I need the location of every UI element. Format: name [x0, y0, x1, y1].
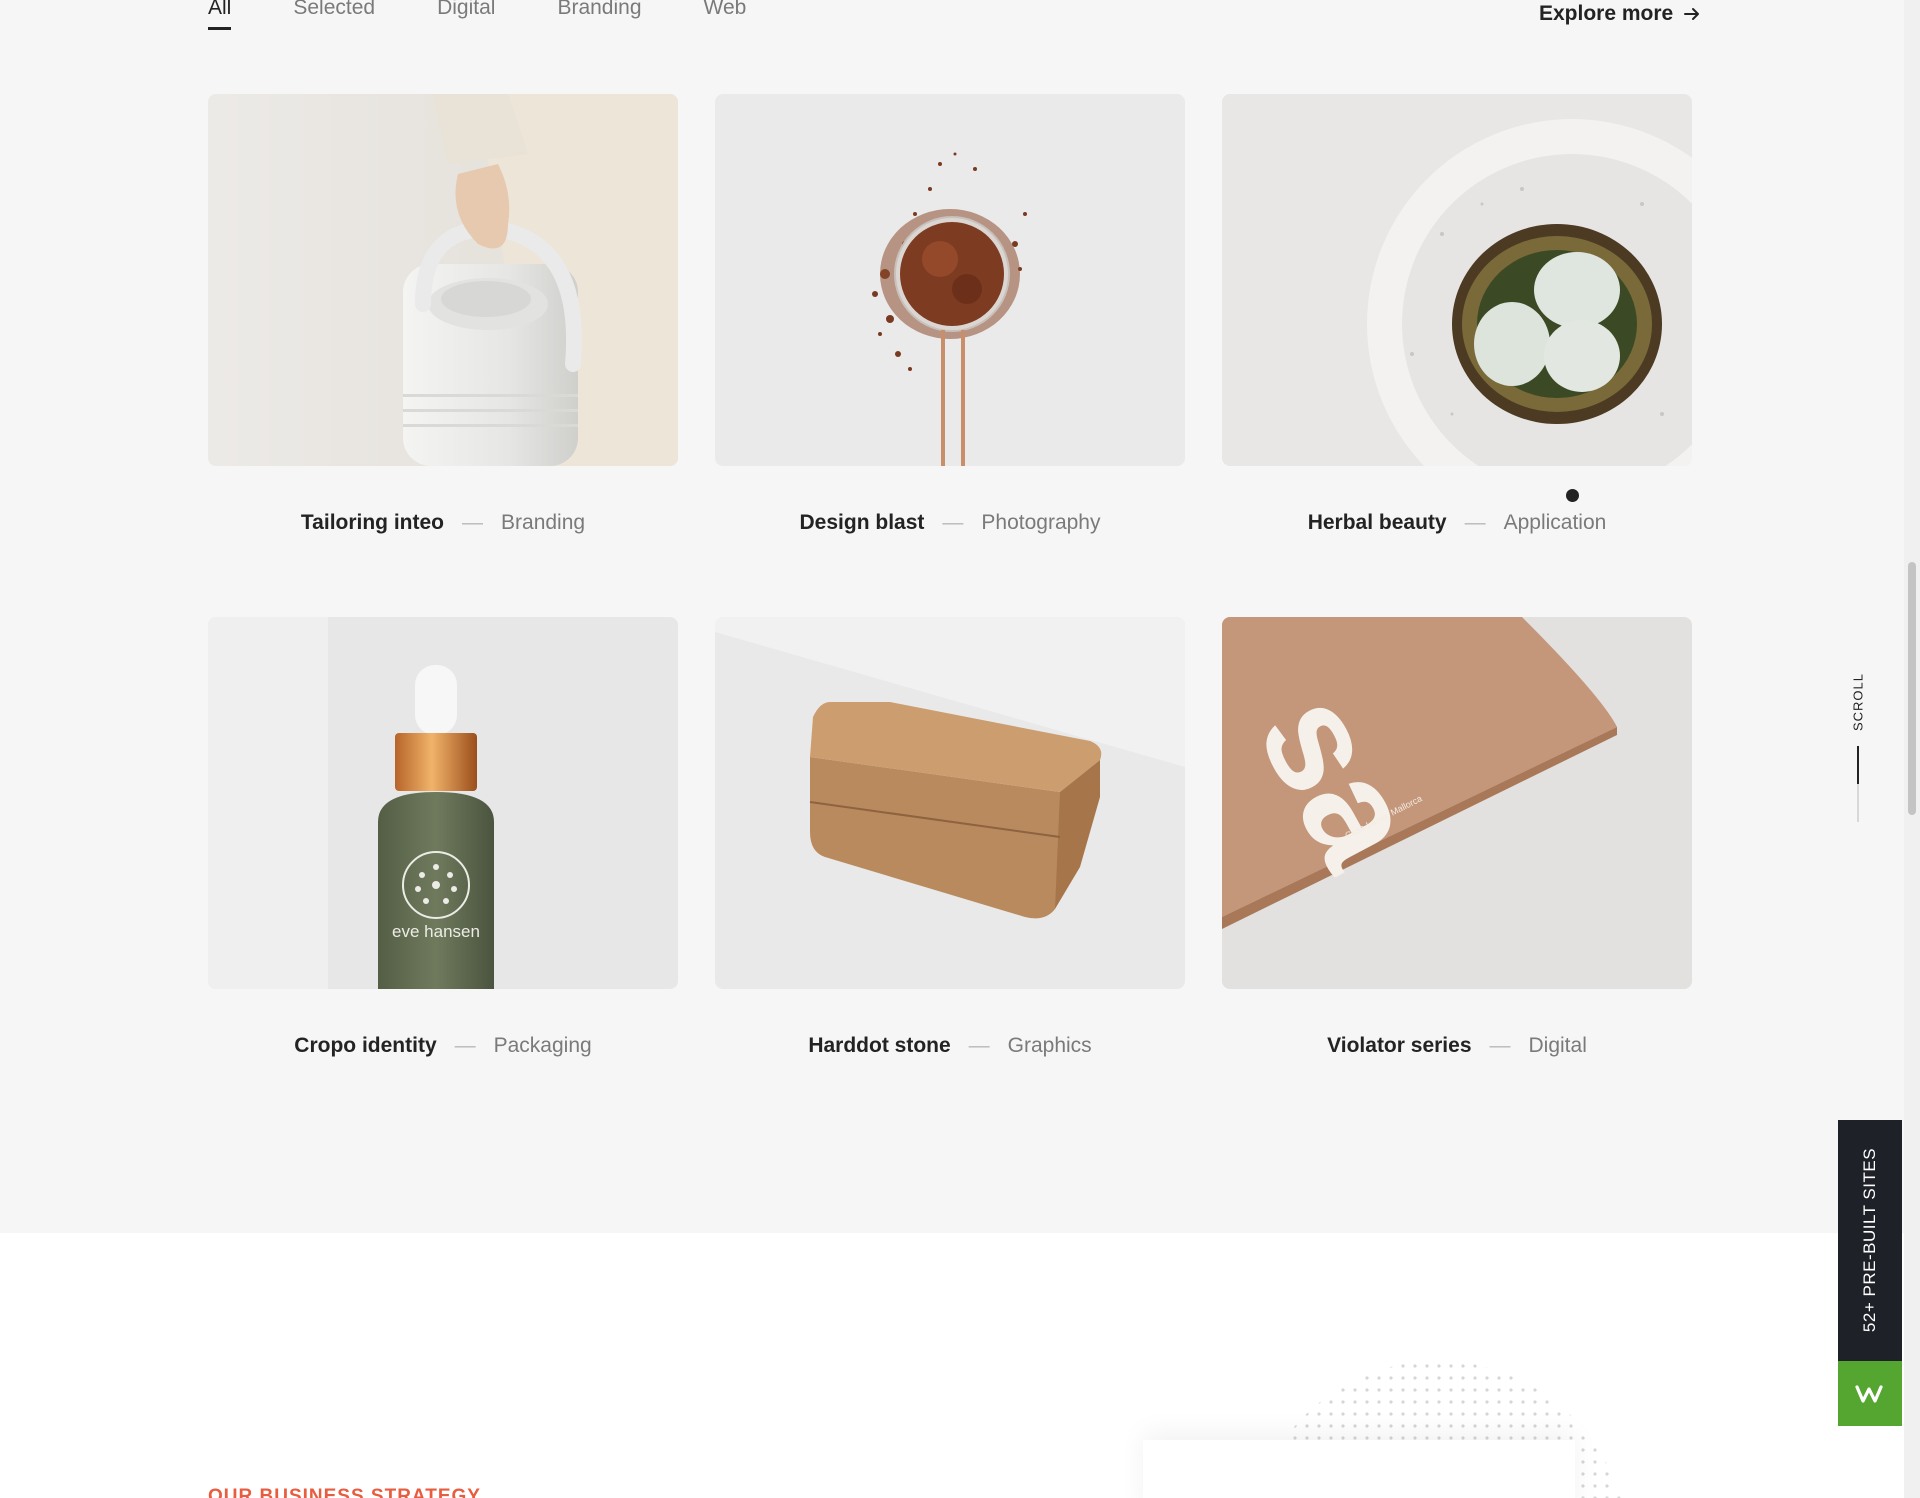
scroll-indicator[interactable]: SCROLL [1843, 660, 1873, 830]
project-card[interactable]: Harddot stone — Graphics [715, 617, 1185, 1061]
filter-tab-web[interactable]: Web [704, 0, 747, 30]
project-category[interactable]: Graphics [1008, 1034, 1092, 1058]
filter-tab-selected[interactable]: Selected [293, 0, 375, 30]
project-caption: Design blast — Photography [715, 508, 1185, 538]
project-image-cocoa[interactable] [715, 94, 1185, 466]
caption-separator: — [942, 511, 964, 534]
w-logo-icon [1855, 1384, 1883, 1403]
card-preview [1143, 1440, 1575, 1498]
project-title[interactable]: Cropo identity [294, 1034, 436, 1058]
project-category[interactable]: Application [1504, 511, 1607, 535]
filter-tab-all[interactable]: All [208, 0, 232, 30]
project-image-bottle[interactable]: eve hansen [208, 617, 678, 989]
project-category[interactable]: Packaging [494, 1034, 592, 1058]
cursor-dot [1566, 489, 1579, 502]
filter-tab-digital[interactable]: Digital [437, 0, 495, 30]
project-caption: Herbal beauty — Application [1222, 508, 1692, 538]
project-card[interactable]: eve hansen Cropo identity — Packaging [208, 617, 678, 1061]
filter-tab-branding[interactable]: Branding [557, 0, 641, 30]
project-card[interactable]: Design blast — Photography [715, 94, 1185, 538]
explore-more-label: Explore more [1539, 2, 1674, 25]
pre-built-sites-label: 52+ PRE-BUILT SITES [1860, 1147, 1879, 1333]
project-title[interactable]: Violator series [1327, 1034, 1471, 1058]
project-title[interactable]: Design blast [800, 511, 925, 535]
caption-separator: — [454, 1034, 476, 1057]
project-image-book[interactable]: sa Casa Lama, Mallorca [1222, 617, 1692, 989]
business-strategy-section: OUR BUSINESS STRATEGY [0, 1233, 1920, 1498]
project-title[interactable]: Herbal beauty [1308, 511, 1447, 535]
caption-separator: — [1464, 511, 1486, 534]
project-caption: Tailoring inteo — Branding [208, 508, 678, 538]
project-image-eggs[interactable] [1222, 94, 1692, 466]
portfolio-section: All Selected Digital Branding Web Explor… [0, 0, 1920, 1233]
arrow-right-icon [1684, 8, 1700, 20]
caption-separator: — [462, 511, 484, 534]
caption-separator: — [1489, 1034, 1511, 1057]
project-category[interactable]: Digital [1529, 1034, 1587, 1058]
pre-built-sites-badge[interactable]: 52+ PRE-BUILT SITES [1838, 1120, 1902, 1426]
caption-separator: — [968, 1034, 990, 1057]
project-card[interactable]: sa Casa Lama, Mallorca Violator series —… [1222, 617, 1692, 1061]
pre-built-sites-button[interactable]: 52+ PRE-BUILT SITES [1838, 1120, 1902, 1361]
explore-more-link[interactable]: Explore more [1539, 0, 1701, 28]
project-caption: Cropo identity — Packaging [208, 1031, 678, 1061]
scroll-progress [1857, 746, 1859, 784]
project-category[interactable]: Photography [981, 511, 1100, 535]
bottle-brand-text: eve hansen [392, 922, 480, 941]
page-scrollbar-thumb[interactable] [1908, 562, 1916, 815]
project-category[interactable]: Branding [501, 511, 585, 535]
project-card[interactable]: Tailoring inteo — Branding [208, 94, 678, 538]
project-image-kettle[interactable] [208, 94, 678, 466]
w-logo-button[interactable] [1838, 1361, 1902, 1426]
project-title[interactable]: Harddot stone [808, 1034, 950, 1058]
project-card[interactable]: Herbal beauty — Application [1222, 94, 1692, 538]
project-image-cork[interactable] [715, 617, 1185, 989]
project-caption: Violator series — Digital [1222, 1031, 1692, 1061]
section-eyebrow: OUR BUSINESS STRATEGY [208, 1486, 481, 1498]
portfolio-filter-tabs: All Selected Digital Branding Web [208, 0, 746, 36]
project-title[interactable]: Tailoring inteo [301, 511, 444, 535]
scroll-label: SCROLL [1850, 672, 1866, 732]
project-caption: Harddot stone — Graphics [715, 1031, 1185, 1061]
